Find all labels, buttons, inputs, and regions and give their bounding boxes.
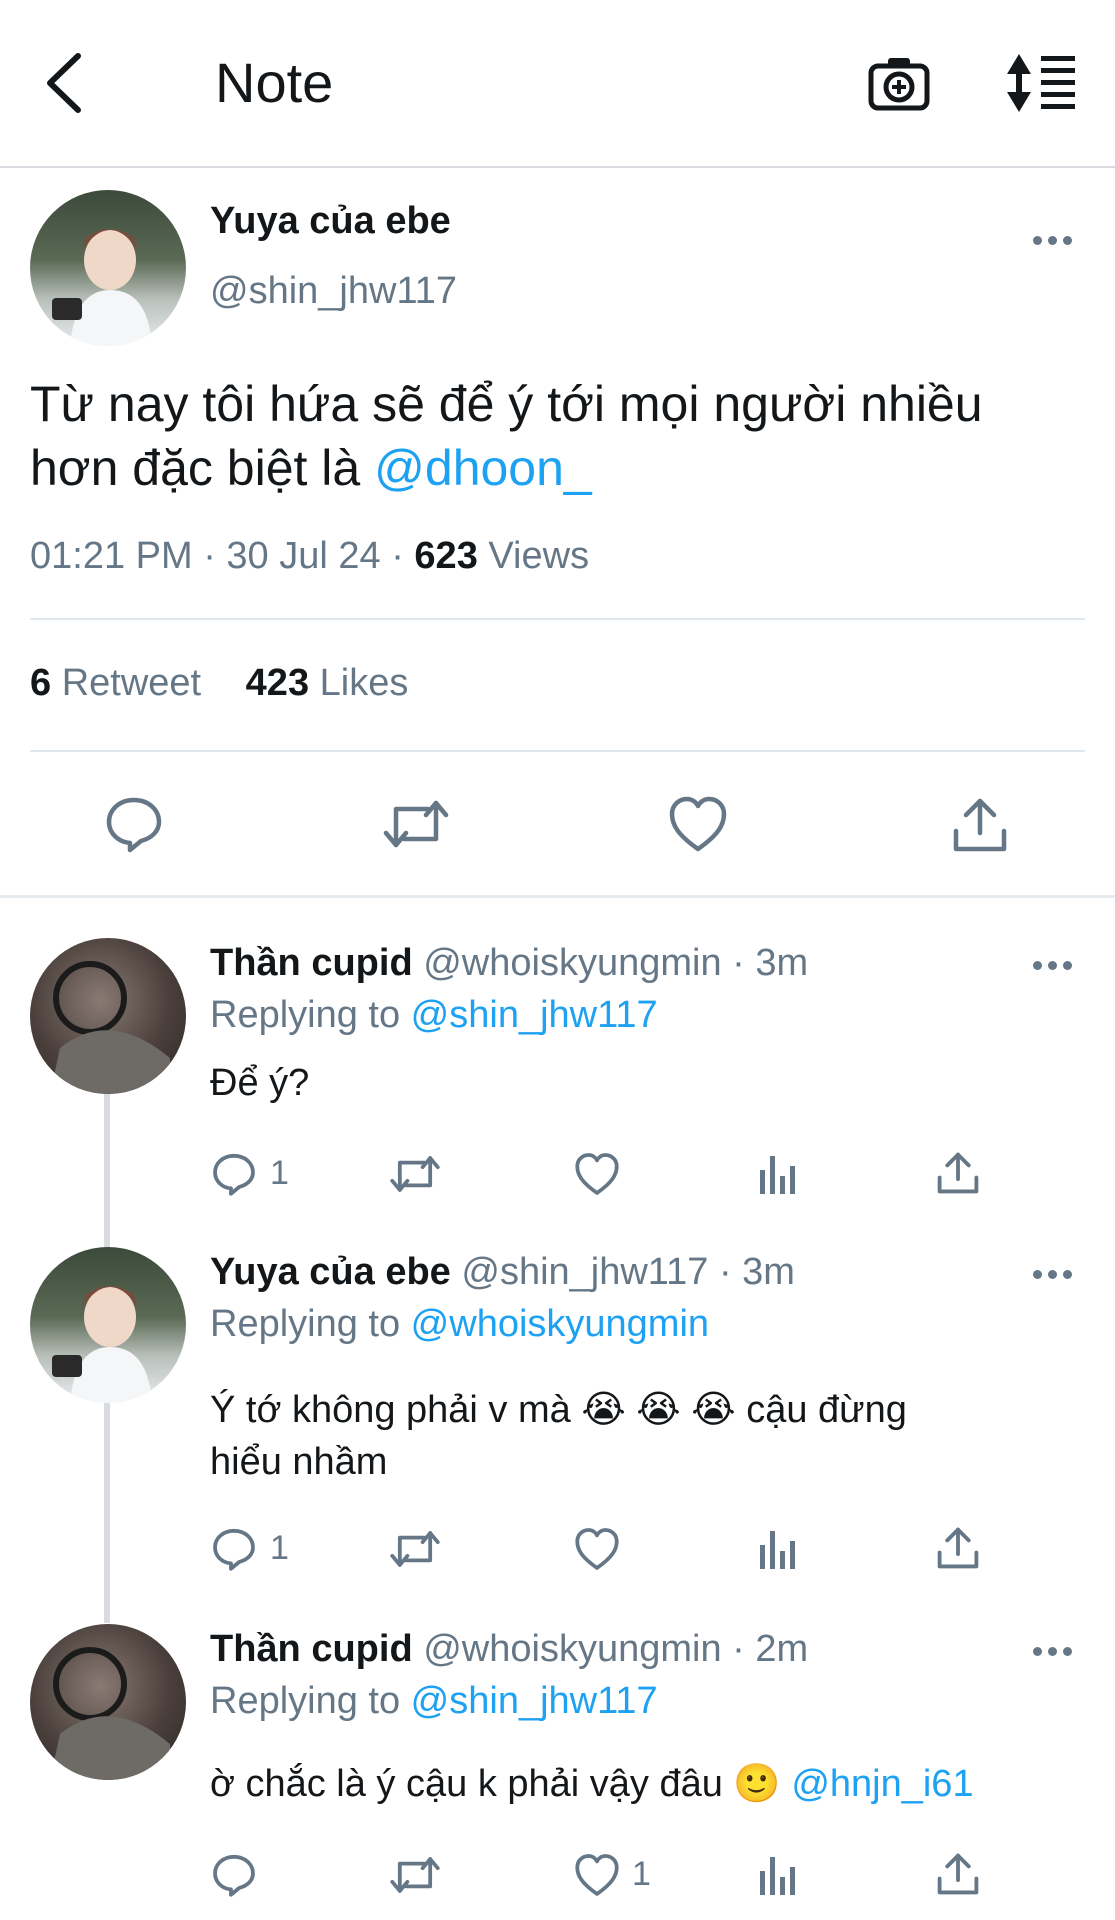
replying-handle-link[interactable]: @whoiskyungmin	[411, 1303, 709, 1345]
replying-prefix: Replying to	[210, 994, 411, 1036]
section-divider	[0, 895, 1115, 898]
replying-handle-link[interactable]: @shin_jhw117	[411, 994, 658, 1036]
avatar[interactable]	[30, 1624, 186, 1780]
sort-icon[interactable]	[1005, 52, 1077, 114]
author-name[interactable]: Yuya của ebe	[210, 200, 451, 243]
tweet-text-line1: Từ nay tôi hứa sẽ để ý tới mọi người nhi…	[30, 376, 983, 432]
views-count: 623	[414, 535, 478, 577]
avatar-photo	[50, 1647, 170, 1780]
share-icon[interactable]	[952, 795, 1008, 855]
tweet-text-prefix: hơn đặc biệt là	[30, 440, 375, 496]
share-icon[interactable]	[936, 1150, 980, 1196]
avatar[interactable]	[30, 1247, 186, 1403]
replying-handle-link[interactable]: @shin_jhw117	[411, 1680, 658, 1722]
reply-icon[interactable]	[212, 1152, 256, 1196]
top-bar: Note	[0, 0, 1115, 168]
retweet-icon[interactable]	[382, 795, 450, 853]
tweet-meta: 01:21 PM · 30 Jul 24 · 623 Views	[30, 535, 589, 578]
tweet-text-line2: hơn đặc biệt là @dhoon_	[30, 436, 1100, 500]
reply-text-body: ờ chắc là ý cậu k phải vậy đâu 🙂	[210, 1763, 792, 1805]
avatar-photo	[52, 229, 152, 346]
likes-label: Likes	[309, 662, 409, 704]
more-options-icon[interactable]	[1033, 961, 1073, 971]
mention-link[interactable]: @dhoon_	[374, 440, 592, 496]
share-icon[interactable]	[936, 1525, 980, 1571]
likes-stat[interactable]: 423 Likes	[246, 662, 409, 704]
retweet-label: Retweet	[51, 662, 202, 704]
like-heart-icon[interactable]	[574, 1853, 620, 1897]
reply-text: ờ chắc là ý cậu k phải vậy đâu 🙂 @hnjn_i…	[210, 1762, 974, 1806]
timestamp: 01:21 PM · 30 Jul 24 ·	[30, 535, 415, 577]
replying-to: Replying to @shin_jhw117	[210, 1680, 658, 1723]
replying-prefix: Replying to	[210, 1680, 411, 1722]
reply-text-line1: Ý tớ không phải v mà 😭 😭 😭 cậu đừng	[210, 1389, 907, 1431]
reply-icon[interactable]	[105, 795, 163, 853]
more-options-icon[interactable]	[1033, 1270, 1073, 1280]
reply-author-name[interactable]: Yuya của ebe	[210, 1251, 451, 1293]
reply-header: Thần cupid @whoiskyungmin · 3m	[210, 942, 808, 985]
tweet-text: Từ nay tôi hứa sẽ để ý tới mọi người nhi…	[30, 372, 1100, 500]
analytics-icon[interactable]	[758, 1152, 800, 1196]
retweet-icon[interactable]	[388, 1853, 442, 1897]
reply-author-name[interactable]: Thần cupid	[210, 942, 413, 984]
divider	[30, 750, 1085, 752]
divider	[30, 618, 1085, 620]
reply-text: Để ý?	[210, 1062, 310, 1104]
avatar[interactable]	[30, 938, 186, 1094]
retweet-icon[interactable]	[388, 1527, 442, 1571]
retweet-icon[interactable]	[388, 1152, 442, 1196]
replying-to: Replying to @whoiskyungmin	[210, 1303, 709, 1346]
reply-author-name[interactable]: Thần cupid	[210, 1628, 413, 1670]
more-options-icon[interactable]	[1033, 236, 1073, 246]
replying-prefix: Replying to	[210, 1303, 411, 1345]
more-options-icon[interactable]	[1033, 1647, 1073, 1657]
reply-text-line2: hiểu nhầm	[210, 1441, 388, 1483]
reply-count: 1	[270, 1529, 289, 1567]
like-heart-icon[interactable]	[668, 795, 728, 853]
reply-icon[interactable]	[212, 1853, 256, 1897]
likes-count: 423	[245, 662, 310, 704]
reply-header: Thần cupid @whoiskyungmin · 2m	[210, 1628, 808, 1671]
avatar[interactable]	[30, 190, 186, 346]
camera-add-icon[interactable]	[868, 52, 930, 114]
like-heart-icon[interactable]	[574, 1527, 620, 1571]
like-count: 1	[632, 1855, 651, 1893]
avatar-photo	[50, 961, 170, 1094]
author-handle[interactable]: @shin_jhw117	[210, 270, 457, 313]
reply-icon[interactable]	[212, 1527, 256, 1571]
replying-to: Replying to @shin_jhw117	[210, 994, 658, 1037]
retweet-stat[interactable]: 6 Retweet	[30, 662, 201, 704]
reply-count: 1	[270, 1154, 289, 1192]
avatar-photo	[52, 1286, 152, 1403]
tweet-stats: 6 Retweet 423 Likes	[30, 662, 408, 705]
analytics-icon[interactable]	[758, 1853, 800, 1897]
mention-link[interactable]: @hnjn_i61	[791, 1763, 973, 1805]
page-title: Note	[215, 51, 334, 114]
reply-text: Ý tớ không phải v mà 😭 😭 😭 cậu đừng hiểu…	[210, 1384, 907, 1488]
views-label: Views	[477, 535, 590, 577]
retweet-count: 6	[30, 662, 52, 704]
reply-meta: @whoiskyungmin · 2m	[412, 1628, 809, 1670]
reply-meta: @whoiskyungmin · 3m	[412, 942, 809, 984]
analytics-icon[interactable]	[758, 1527, 800, 1571]
back-arrow-icon[interactable]	[40, 50, 90, 116]
reply-header: Yuya của ebe @shin_jhw117 · 3m	[210, 1251, 795, 1294]
reply-meta: @shin_jhw117 · 3m	[450, 1251, 795, 1293]
like-heart-icon[interactable]	[574, 1152, 620, 1196]
share-icon[interactable]	[936, 1851, 980, 1897]
